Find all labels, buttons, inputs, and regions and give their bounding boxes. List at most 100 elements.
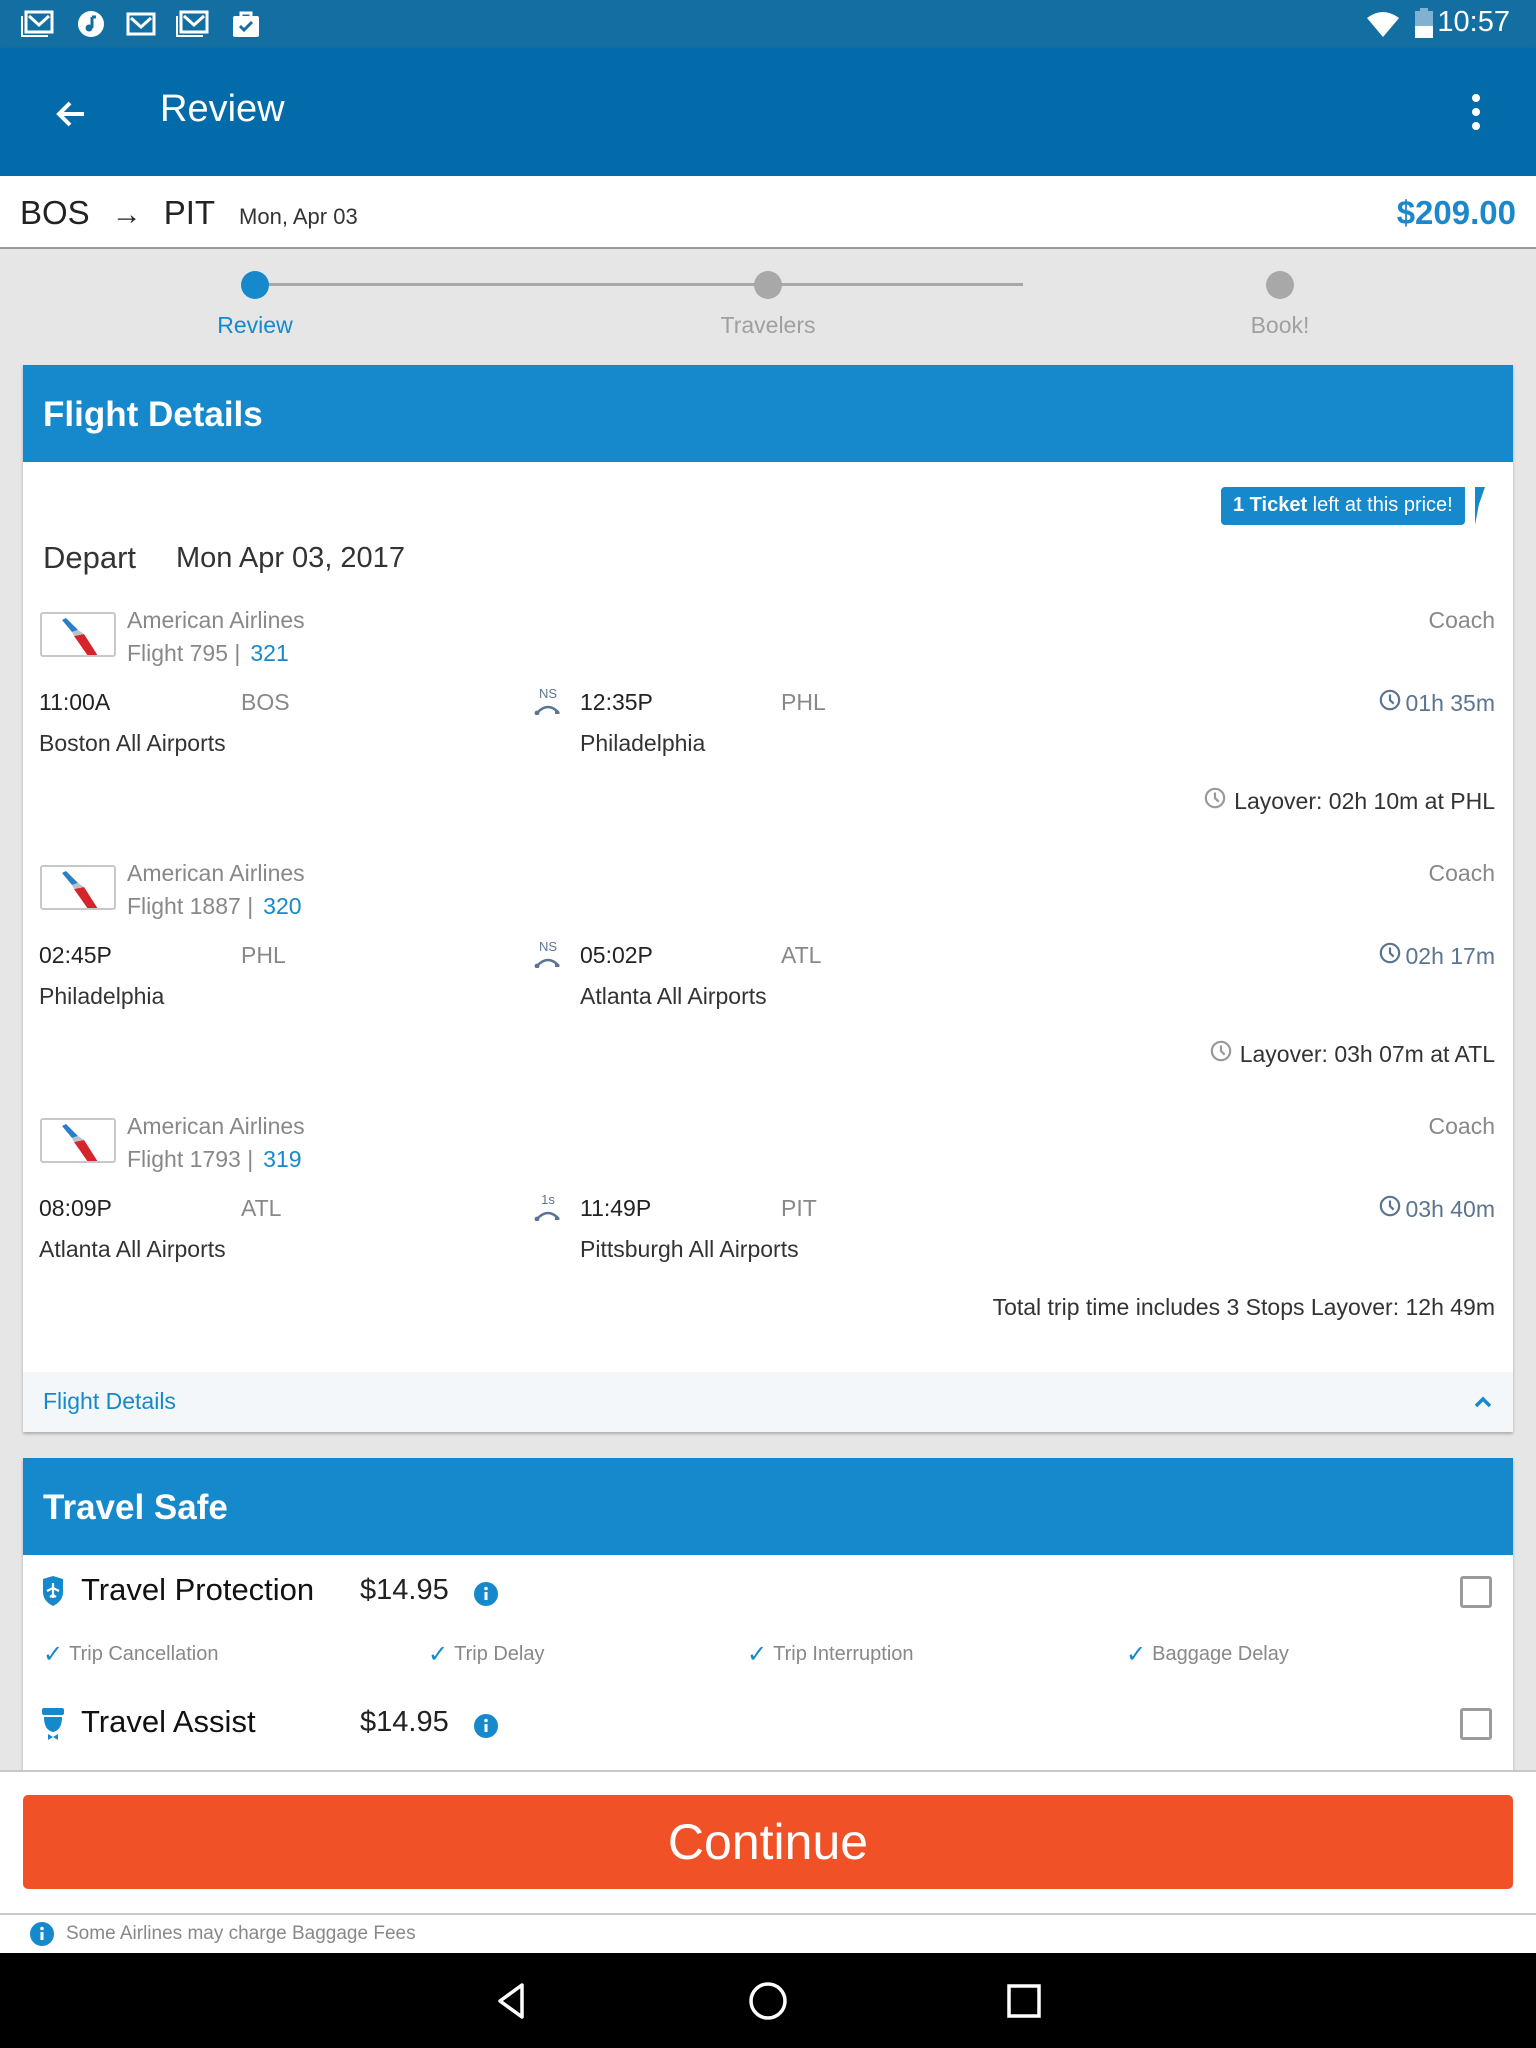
cabin-class: Coach: [1428, 860, 1495, 886]
departure-city: Boston All Airports: [39, 730, 226, 756]
travel-protection-title: Travel Protection: [81, 1572, 315, 1607]
nav-back-icon[interactable]: [490, 1979, 534, 2023]
step-dot-review: [241, 271, 269, 299]
check-icon: ✓: [43, 1641, 64, 1668]
stops-indicator: 1s: [533, 1193, 563, 1225]
airline-logo: [40, 865, 116, 910]
departure-time: 11:00A: [39, 689, 111, 715]
travel-protection-checkbox[interactable]: [1460, 1576, 1492, 1608]
baggage-fee-text: Some Airlines may charge Baggage Fees: [66, 1923, 416, 1944]
duration-text: 02h 17m: [1405, 942, 1495, 969]
flight-details-toggle[interactable]: Flight Details: [23, 1372, 1513, 1432]
arrival-city: Atlanta All Airports: [580, 983, 767, 1009]
flight-number: Flight 1887 | 320: [127, 893, 302, 920]
benefit-item: ✓ Trip Cancellation: [43, 1640, 218, 1669]
total-price: $209.00: [1396, 194, 1516, 231]
origin-code: BOS: [20, 194, 90, 231]
duration-text: 03h 40m: [1405, 1195, 1495, 1222]
benefit-item: ✓ Trip Delay: [428, 1640, 545, 1669]
concierge-icon: [42, 1708, 64, 1740]
nav-home-icon[interactable]: [746, 1979, 790, 2023]
total-trip-time: Total trip time includes 3 Stops Layover…: [992, 1294, 1495, 1320]
chevron-up-icon[interactable]: [1469, 1388, 1497, 1416]
arrival-airport-code: PIT: [781, 1195, 817, 1221]
flight-details-link[interactable]: Flight Details: [43, 1388, 176, 1415]
flight-duration: 01h 35m: [1379, 689, 1495, 717]
arrival-airport-code: ATL: [781, 942, 822, 968]
step-label-review: Review: [217, 312, 293, 338]
clock-icon: [1379, 942, 1401, 970]
layover-text: Layover: 02h 10m at PHL: [1234, 787, 1495, 814]
aircraft-type-link[interactable]: 321: [250, 640, 288, 666]
flight-duration: 03h 40m: [1379, 1195, 1495, 1223]
clock-icon: [1379, 689, 1401, 717]
stops-label: 1s: [541, 1192, 555, 1207]
arrival-airport-code: PHL: [781, 689, 826, 715]
departure-airport-code: ATL: [241, 1195, 282, 1221]
step-dot-travelers: [754, 271, 782, 299]
info-icon[interactable]: [474, 1582, 498, 1606]
flight-number-text: Flight 795 |: [127, 640, 241, 666]
info-icon[interactable]: [474, 1714, 498, 1738]
arrival-time: 05:02P: [580, 942, 653, 968]
baggage-fee-note: Some Airlines may charge Baggage Fees: [0, 1915, 1536, 1953]
page-title: Review: [160, 88, 285, 130]
tickets-left-badge: 1 Ticket left at this price!: [1221, 487, 1465, 525]
travel-assist-title: Travel Assist: [81, 1704, 256, 1739]
aircraft-type-link[interactable]: 320: [263, 893, 301, 919]
airline-logo: [40, 612, 116, 657]
route-date: Mon, Apr 03: [239, 204, 358, 229]
gmail-stack-icon: [176, 10, 209, 37]
music-icon: [78, 11, 104, 37]
travel-protection-price: $14.95: [360, 1574, 449, 1606]
layover-info: Layover: 03h 07m at ATL: [1210, 1040, 1495, 1068]
arrival-time: 12:35P: [580, 689, 653, 715]
shield-plane-icon: [43, 1576, 63, 1606]
travel-assist-checkbox[interactable]: [1460, 1708, 1492, 1740]
route-arrow-icon: →: [111, 198, 142, 231]
continue-button[interactable]: Continue: [23, 1795, 1513, 1889]
airline-logo: [40, 1118, 116, 1163]
flight-number: Flight 795 | 321: [127, 640, 289, 667]
aircraft-type-link[interactable]: 319: [263, 1146, 301, 1172]
layover-text: Layover: 03h 07m at ATL: [1239, 1040, 1495, 1067]
route-summary: BOS → PIT Mon, Apr 03 $209.00: [0, 176, 1536, 249]
travel-safe-header: Travel Safe: [23, 1458, 1513, 1555]
duration-text: 01h 35m: [1405, 689, 1495, 716]
battery-icon: [1415, 8, 1433, 38]
arrow-back-icon[interactable]: [48, 90, 96, 138]
stops-label: NS: [538, 686, 558, 701]
clock-icon: [1204, 787, 1226, 815]
benefit-item: ✓ Trip Interruption: [747, 1640, 914, 1669]
benefit-item: ✓ Baggage Delay: [1126, 1640, 1289, 1669]
flight-number-text: Flight 1887 |: [127, 893, 254, 919]
stops-label: NS: [538, 939, 558, 954]
app-bar: Review: [0, 48, 1536, 176]
gmail-icon: [126, 12, 156, 36]
departure-city: Atlanta All Airports: [39, 1236, 226, 1262]
step-label-travelers: Travelers: [720, 312, 816, 338]
step-dot-book: [1266, 271, 1294, 299]
stops-indicator: NS: [533, 940, 563, 972]
departure-airport-code: BOS: [241, 689, 290, 715]
clock-icon: [1379, 1195, 1401, 1223]
airline-name: American Airlines: [127, 607, 305, 633]
gmail-stack-icon: [21, 10, 54, 37]
nav-recents-icon[interactable]: [1002, 1979, 1046, 2023]
clock: 10:57: [1437, 6, 1510, 38]
flight-number-text: Flight 1793 |: [127, 1146, 254, 1172]
airline-name: American Airlines: [127, 1113, 305, 1139]
briefcase-check-icon: [233, 11, 259, 37]
destination-code: PIT: [163, 194, 216, 231]
status-bar: 10:57: [0, 0, 1536, 48]
clock-icon: [1210, 1040, 1232, 1068]
more-vert-icon[interactable]: [1460, 88, 1492, 136]
benefit-label: Trip Cancellation: [69, 1643, 219, 1665]
wifi-icon: [1367, 12, 1399, 37]
flight-details-header: Flight Details: [23, 365, 1513, 462]
system-nav-bar: [0, 1953, 1536, 2048]
departure-time: 02:45P: [39, 942, 112, 968]
stops-indicator: NS: [533, 687, 563, 719]
layover-info: Layover: 02h 10m at PHL: [1204, 787, 1495, 815]
ticket-count: 1 Ticket: [1233, 494, 1308, 516]
